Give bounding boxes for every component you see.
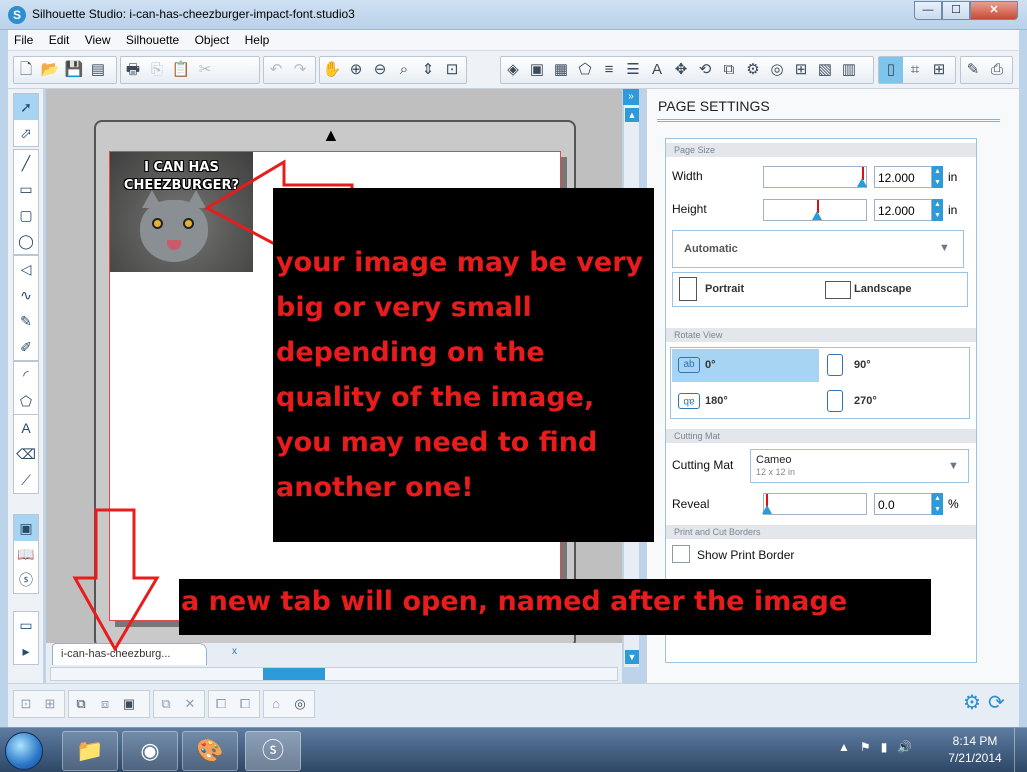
- explorer-taskbar-icon[interactable]: 📁: [62, 731, 118, 771]
- start-button[interactable]: [5, 732, 43, 770]
- action-center-icon[interactable]: ⚑: [860, 740, 871, 754]
- image-size-note: your image may be very big or very small…: [273, 188, 654, 542]
- note-line: depending on the: [276, 337, 545, 368]
- system-tray: ▲ ⚑ ▮ 🔊: [838, 740, 912, 754]
- down-pointing-arrow: [72, 508, 160, 652]
- volume-icon[interactable]: 🔊: [897, 740, 912, 754]
- note-line: you may need to find: [276, 427, 598, 458]
- taskbar-clock[interactable]: 8:14 PM 7/21/2014: [945, 733, 1005, 767]
- show-desktop-button[interactable]: [1014, 728, 1027, 772]
- clock-time: 8:14 PM: [952, 734, 998, 748]
- paint-taskbar-icon[interactable]: 🎨: [182, 731, 238, 771]
- note-line: big or very small: [276, 292, 532, 323]
- note-line: quality of the image,: [276, 382, 595, 413]
- new-tab-note: a new tab will open, named after the ima…: [179, 579, 931, 635]
- silhouette-taskbar-icon[interactable]: ⓢ: [245, 731, 301, 771]
- network-icon[interactable]: ▮: [881, 740, 888, 754]
- windows-taskbar: 📁 ◉ 🎨 ⓢ ▲ ⚑ ▮ 🔊 8:14 PM 7/21/2014: [0, 727, 1027, 772]
- tray-expand-icon[interactable]: ▲: [838, 740, 850, 754]
- clock-date: 7/21/2014: [948, 751, 1002, 765]
- chrome-taskbar-icon[interactable]: ◉: [122, 731, 178, 771]
- note-line: another one!: [276, 472, 474, 503]
- note-line: your image may be very: [276, 247, 644, 278]
